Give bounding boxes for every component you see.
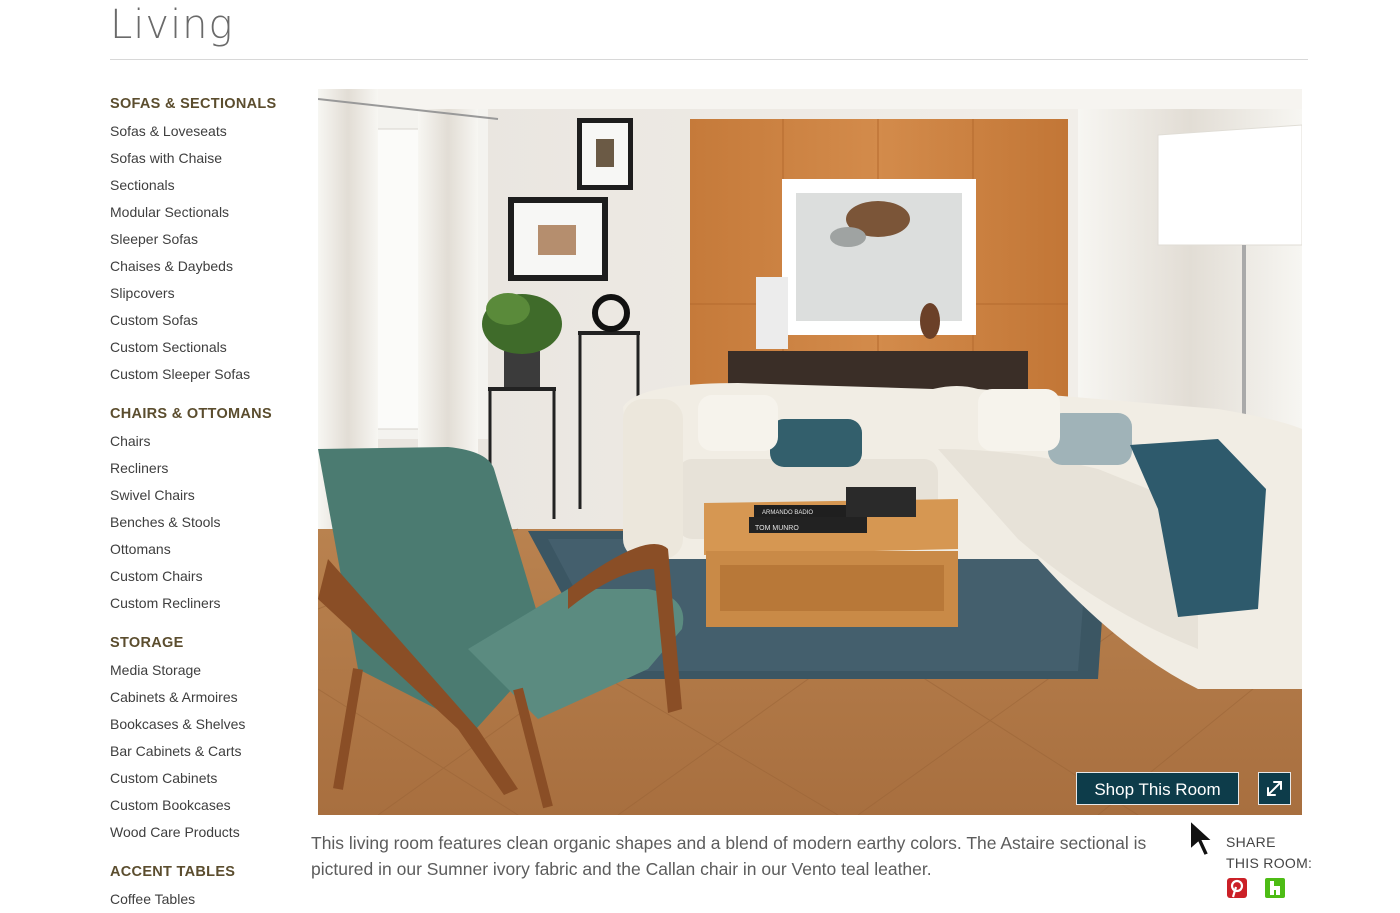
expand-icon [1267,781,1282,796]
category-heading[interactable]: SOFAS & SECTIONALS [110,94,310,114]
category-link[interactable]: Sofas & Loveseats [110,118,310,145]
category-link[interactable]: Sectionals [110,172,310,199]
mouse-cursor-icon [1189,818,1216,858]
page-title: Living [110,2,234,48]
category-link[interactable]: Custom Bookcases [110,792,310,819]
category-link[interactable]: Benches & Stools [110,509,310,536]
room-photo: ARMANDO BADIO TOM MUNRO [318,89,1302,815]
category-link[interactable]: Custom Sofas [110,307,310,334]
category-link[interactable]: Bookcases & Shelves [110,711,310,738]
category-link[interactable]: Ottomans [110,536,310,563]
category-link[interactable]: Wood Care Products [110,819,310,846]
title-divider [110,59,1308,60]
book-spine-top: ARMANDO BADIO [762,510,813,516]
category-link[interactable]: Modular Sectionals [110,199,310,226]
share-label-line-1: SHARE [1226,834,1276,850]
category-heading[interactable]: STORAGE [110,633,310,653]
houzz-icon [1265,878,1286,898]
category-link[interactable]: Media Storage [110,657,310,684]
book-spine-bottom: TOM MUNRO [755,525,799,532]
category-link[interactable]: Custom Recliners [110,590,310,617]
category-link[interactable]: Custom Sectionals [110,334,310,361]
caption-line-2: pictured in our Sumner ivory fabric and … [311,859,932,879]
category-link[interactable]: Custom Sleeper Sofas [110,361,310,388]
share-icons [1227,878,1299,898]
category-link[interactable]: Custom Cabinets [110,765,310,792]
expand-image-button[interactable] [1258,772,1291,805]
houzz-share-button[interactable] [1265,878,1286,898]
shop-this-room-button[interactable]: Shop This Room [1076,772,1239,805]
category-sidebar: SOFAS & SECTIONALS Sofas & Loveseats Sofas… [110,94,310,913]
category-link[interactable]: Bar Cabinets & Carts [110,738,310,765]
share-label: SHARE THIS ROOM: [1226,832,1312,874]
category-link[interactable]: Recliners [110,455,310,482]
caption-line-1: This living room features clean organic … [311,833,1147,853]
category-link[interactable]: Sleeper Sofas [110,226,310,253]
category-link[interactable]: Sofas with Chaise [110,145,310,172]
room-caption: This living room features clean organic … [311,830,1191,882]
share-label-line-2: THIS ROOM: [1226,855,1313,871]
category-link[interactable]: Coffee Tables [110,886,310,913]
category-link[interactable]: Chaises & Daybeds [110,253,310,280]
category-link[interactable]: Custom Chairs [110,563,310,590]
category-link[interactable]: Slipcovers [110,280,310,307]
category-heading[interactable]: CHAIRS & OTTOMANS [110,404,310,424]
category-link[interactable]: Swivel Chairs [110,482,310,509]
category-link[interactable]: Chairs [110,428,310,455]
pinterest-share-button[interactable] [1227,878,1247,898]
pinterest-icon [1227,878,1247,898]
category-link[interactable]: Cabinets & Armoires [110,684,310,711]
category-heading[interactable]: ACCENT TABLES [110,862,310,882]
